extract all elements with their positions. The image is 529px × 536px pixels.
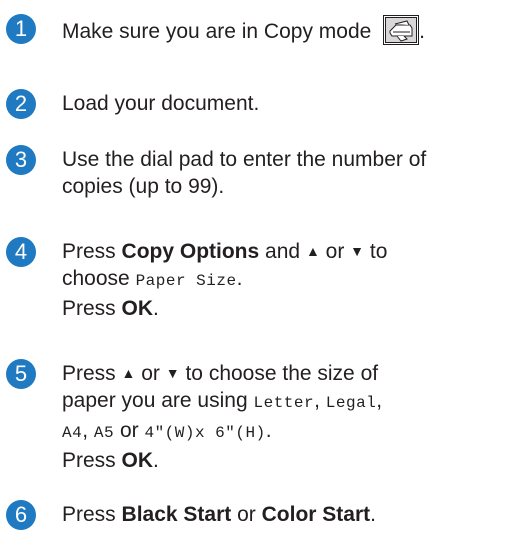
step-number-4: 4 (6, 237, 36, 267)
step-5-press: Press (62, 362, 116, 385)
step-4-line-2: choose Paper Size. (62, 265, 523, 295)
step-number-6: 6 (6, 500, 36, 530)
step-4-and: and (265, 240, 301, 263)
step-5-line-1: Press ▲ or ▼ to choose the size of (62, 360, 523, 387)
down-arrow-icon: ▼ (350, 243, 365, 259)
black-start-button-label: Black Start (121, 503, 232, 526)
step-5-press-ok: Press (62, 449, 116, 472)
copy-options-button-label: Copy Options (121, 240, 260, 263)
step-4-line-1: Press Copy Options and ▲ or ▼ to (62, 238, 523, 265)
step-3-line-1: Use the dial pad to enter the number of (62, 148, 427, 171)
step-1-instruction: Make sure you are in Copy mode (62, 20, 372, 43)
step-5-line-2: paper you are using Letter, Legal, (62, 387, 523, 417)
step-5-line-3: A4, A5 or 4"(W)x 6"(H). (62, 417, 523, 447)
step-5-or: or (141, 362, 160, 385)
step-number-5: 5 (6, 359, 36, 389)
step-1-text: Make sure you are in Copy mode . (62, 15, 523, 45)
comma: , (314, 389, 320, 412)
step-1-period: . (419, 20, 426, 43)
paper-size-menu-item: Paper Size (135, 272, 237, 290)
step-4-or: or (325, 240, 345, 263)
step-4-period: . (236, 267, 243, 290)
comma: , (82, 419, 89, 442)
copy-mode-button-icon (383, 15, 420, 45)
step-5-or-2: or (119, 419, 139, 442)
paper-option-4x6: 4"(W)x 6"(H) (144, 424, 266, 442)
step-4-press: Press (62, 240, 116, 263)
step-4-choose: choose (62, 267, 130, 290)
step-2-instruction: Load your document. (62, 92, 260, 115)
step-6-press: Press (62, 503, 116, 526)
step-2-text: Load your document. (62, 90, 523, 117)
paper-option-a4: A4 (62, 424, 83, 442)
step-4-press-ok: Press (62, 297, 116, 320)
up-arrow-icon: ▲ (305, 243, 320, 259)
comma: , (376, 389, 383, 412)
paper-option-letter: Letter (253, 394, 315, 412)
step-4-text: Press Copy Options and ▲ or ▼ to choose … (62, 238, 523, 322)
step-4-line-3: Press OK. (62, 295, 523, 322)
step-5-to-choose: to choose the size of (185, 362, 379, 385)
step-5-text: Press ▲ or ▼ to choose the size of paper… (62, 360, 523, 474)
step-3-text: Use the dial pad to enter the number of … (62, 146, 523, 200)
step-number-1: 1 (6, 14, 36, 44)
step-5-line-4: Press OK. (62, 447, 523, 474)
paper-option-legal: Legal (325, 394, 377, 412)
step-6-text: Press Black Start or Color Start. (62, 501, 523, 528)
step-3-line-2: copies (up to 99). (62, 175, 225, 198)
paper-option-a5: A5 (93, 424, 115, 442)
up-arrow-icon: ▲ (121, 365, 136, 381)
step-6-period: . (370, 503, 376, 526)
step-5-ok-period: . (153, 449, 159, 472)
down-arrow-icon: ▼ (165, 365, 180, 381)
step-5-period: . (265, 419, 272, 442)
color-start-button-label: Color Start (261, 503, 371, 526)
step-6-or: or (237, 503, 256, 526)
ok-button-label: OK (121, 449, 154, 472)
step-4-ok-period: . (153, 297, 159, 320)
step-4-to: to (369, 240, 388, 263)
step-number-2: 2 (6, 89, 36, 119)
step-number-3: 3 (6, 145, 36, 175)
ok-button-label: OK (121, 297, 154, 320)
step-5-paper-prefix: paper you are using (62, 389, 248, 412)
